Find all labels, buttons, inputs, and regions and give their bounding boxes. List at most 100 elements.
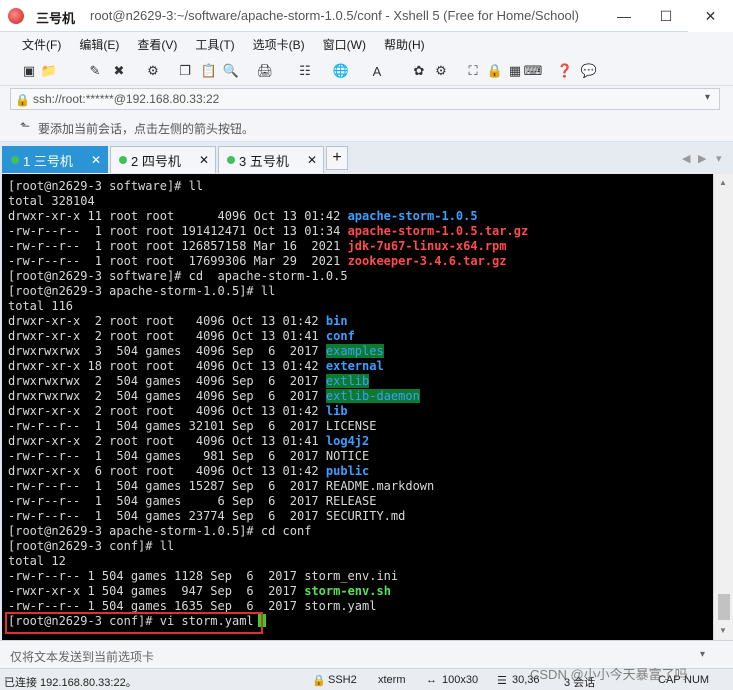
- transfer-icon[interactable]: ☷: [296, 62, 314, 80]
- terminal-type-status: xterm: [378, 674, 406, 686]
- terminal-line: [root@n2629-3 apache-storm-1.0.5]# cd co…: [8, 524, 528, 539]
- terminal-line: drwxr-xr-x 6 root root 4096 Oct 13 01:42…: [8, 464, 528, 479]
- new-session-icon[interactable]: ▣: [20, 62, 38, 80]
- address-text: ssh://root:******@192.168.80.33:22: [33, 92, 220, 106]
- terminal-line: -rw-r--r-- 1 root root 17699306 Mar 29 2…: [8, 254, 528, 269]
- tab-bar: 1 三号机 ✕ 2 四号机 ✕ 3 五号机 ✕ + ◀ ▶ ▾: [0, 142, 733, 174]
- terminal-text: total 328104: [8, 194, 95, 208]
- terminal-filename: storm-env.sh: [304, 584, 391, 598]
- terminal-line: drwxr-xr-x 2 root root 4096 Oct 13 01:41…: [8, 434, 528, 449]
- terminal-text: [root@n2629-3 software]# ll: [8, 179, 204, 193]
- terminal-text: -rw-r--r-- 1 504 games 15287 Sep 6 2017 …: [8, 479, 435, 493]
- terminal-line: total 12: [8, 554, 528, 569]
- disconnect-icon[interactable]: ✖: [110, 62, 128, 80]
- scroll-up-icon[interactable]: ▲: [719, 178, 727, 187]
- terminal-filename: lib: [325, 404, 348, 418]
- menu-edit[interactable]: 编辑(E): [79, 36, 119, 53]
- properties-icon[interactable]: ⚙: [144, 62, 162, 80]
- tab-session-3[interactable]: 3 五号机 ✕: [218, 146, 324, 173]
- tab-label: 3 五号机: [239, 153, 289, 169]
- keyboard-icon[interactable]: ⌨: [524, 62, 543, 80]
- globe-icon[interactable]: 🌐: [332, 62, 350, 80]
- terminal-text: -rw-r--r-- 1 504 games 981 Sep 6 2017 NO…: [8, 449, 370, 463]
- terminal-text: drwxr-xr-x 18 root root 4096 Oct 13 01:4…: [8, 359, 326, 373]
- terminal-text: total 12: [8, 554, 66, 568]
- terminal-line: [root@n2629-3 apache-storm-1.0.5]# ll: [8, 284, 528, 299]
- menu-window[interactable]: 窗口(W): [323, 36, 366, 53]
- terminal-text: -rw-r--r-- 1 root root 126857158 Mar 16 …: [8, 239, 348, 253]
- find-icon[interactable]: 🔍: [222, 62, 240, 80]
- terminal-text: drwxr-xr-x 11 root root 4096 Oct 13 01:4…: [8, 209, 348, 223]
- minimize-button[interactable]: —: [604, 0, 644, 32]
- font-icon[interactable]: A: [368, 62, 386, 80]
- terminal-scrollbar[interactable]: ▲ ▼: [713, 174, 733, 640]
- cursor-icon: ☰: [497, 675, 507, 687]
- tab-close-icon[interactable]: ✕: [199, 153, 209, 167]
- tab-session-1[interactable]: 1 三号机 ✕: [2, 146, 108, 173]
- terminal-line: total 116: [8, 299, 528, 314]
- paste-icon[interactable]: 📋: [200, 62, 218, 80]
- address-dropdown-icon[interactable]: ▾: [705, 92, 710, 103]
- terminal-line: -rw-r--r-- 1 504 games 1128 Sep 6 2017 s…: [8, 569, 528, 584]
- window-title: root@n2629-3:~/software/apache-storm-1.0…: [90, 8, 580, 23]
- tab-next-icon[interactable]: ▶: [698, 152, 706, 165]
- xftp-icon[interactable]: ✿: [410, 62, 428, 80]
- size-icon: ↔: [426, 674, 437, 686]
- terminal-text: [root@n2629-3 apache-storm-1.0.5]# cd co…: [8, 524, 312, 538]
- terminal-line: drwxrwxrwx 2 504 games 4096 Sep 6 2017 e…: [8, 374, 528, 389]
- add-session-arrow-icon[interactable]: ⬑: [20, 119, 30, 133]
- xshell-app-icon[interactable]: [8, 8, 24, 24]
- terminal-text: drwxr-xr-x 6 root root 4096 Oct 13 01:42: [8, 464, 326, 478]
- script-icon[interactable]: ⚙: [432, 62, 450, 80]
- watermark-text: CSDN @小小今天暴富了吗: [530, 667, 688, 682]
- terminal-line: drwxr-xr-x 2 root root 4096 Oct 13 01:42…: [8, 314, 528, 329]
- tab-close-icon[interactable]: ✕: [307, 153, 317, 167]
- compose-placeholder: 仅将文本发送到当前选项卡: [10, 650, 155, 664]
- lock-status-icon: 🔒: [312, 675, 326, 687]
- terminal-line: [root@n2629-3 conf]# ll: [8, 539, 528, 554]
- address-input[interactable]: 🔒 ssh://root:******@192.168.80.33:22 ▾: [10, 88, 720, 110]
- terminal-line: -rw-r--r-- 1 504 games 6 Sep 6 2017 RELE…: [8, 494, 528, 509]
- terminal-filename: public: [325, 464, 370, 478]
- terminal-line: drwxr-xr-x 18 root root 4096 Oct 13 01:4…: [8, 359, 528, 374]
- menu-tabs[interactable]: 选项卡(B): [253, 36, 305, 53]
- add-tab-button[interactable]: +: [326, 146, 348, 170]
- close-button[interactable]: ✕: [688, 0, 733, 32]
- menu-help[interactable]: 帮助(H): [384, 36, 425, 53]
- lock-icon: 🔒: [15, 93, 30, 107]
- terminal-line: drwxr-xr-x 11 root root 4096 Oct 13 01:4…: [8, 209, 528, 224]
- terminal-line: -rwxr-xr-x 1 504 games 947 Sep 6 2017 st…: [8, 584, 528, 599]
- fullscreen-icon[interactable]: ⛶: [464, 62, 482, 80]
- tab-prev-icon[interactable]: ◀: [682, 152, 690, 165]
- scroll-down-icon[interactable]: ▼: [719, 626, 727, 635]
- terminal-screen[interactable]: [root@n2629-3 software]# ll total 328104 d…: [2, 174, 713, 640]
- scroll-thumb[interactable]: [718, 594, 730, 620]
- tab-list-icon[interactable]: ▾: [716, 152, 722, 165]
- help-icon[interactable]: ❓: [556, 62, 574, 80]
- connection-status: 已连接 192.168.80.33:22。: [4, 677, 137, 689]
- terminal-text: drwxr-xr-x 2 root root 4096 Oct 13 01:41: [8, 329, 326, 343]
- tab-session-2[interactable]: 2 四号机 ✕: [110, 146, 216, 173]
- menu-file[interactable]: 文件(F): [22, 36, 61, 53]
- terminal-text: -rw-r--r-- 1 root root 191412471 Oct 13 …: [8, 224, 348, 238]
- terminal-line: -rw-r--r-- 1 504 games 32101 Sep 6 2017 …: [8, 419, 528, 434]
- terminal-line: drwxrwxrwx 2 504 games 4096 Sep 6 2017 e…: [8, 389, 528, 404]
- layout-icon[interactable]: ▦: [506, 62, 524, 80]
- terminal-line: drwxrwxrwx 3 504 games 4096 Sep 6 2017 e…: [8, 344, 528, 359]
- lock-toolbar-icon[interactable]: 🔒: [486, 62, 504, 80]
- compose-dropdown-icon[interactable]: ▾: [700, 649, 705, 660]
- terminal-filename: apache-storm-1.0.5.tar.gz: [347, 224, 529, 238]
- print-icon[interactable]: 🖨: [256, 62, 274, 80]
- chat-icon[interactable]: 💬: [580, 62, 598, 80]
- reconnect-icon[interactable]: ✎: [86, 62, 104, 80]
- open-folder-icon[interactable]: 📁: [40, 62, 58, 80]
- terminal-filename: extlib: [325, 374, 370, 388]
- copy-icon[interactable]: ❐: [176, 62, 194, 80]
- terminal-text: drwxrwxrwx 3 504 games 4096 Sep 6 2017: [8, 344, 326, 358]
- maximize-button[interactable]: ☐: [646, 0, 686, 32]
- status-dot-icon: [11, 156, 19, 164]
- menu-view[interactable]: 查看(V): [137, 36, 177, 53]
- terminal-filename: external: [325, 359, 384, 373]
- tab-close-icon[interactable]: ✕: [91, 153, 101, 167]
- menu-tools[interactable]: 工具(T): [195, 36, 234, 53]
